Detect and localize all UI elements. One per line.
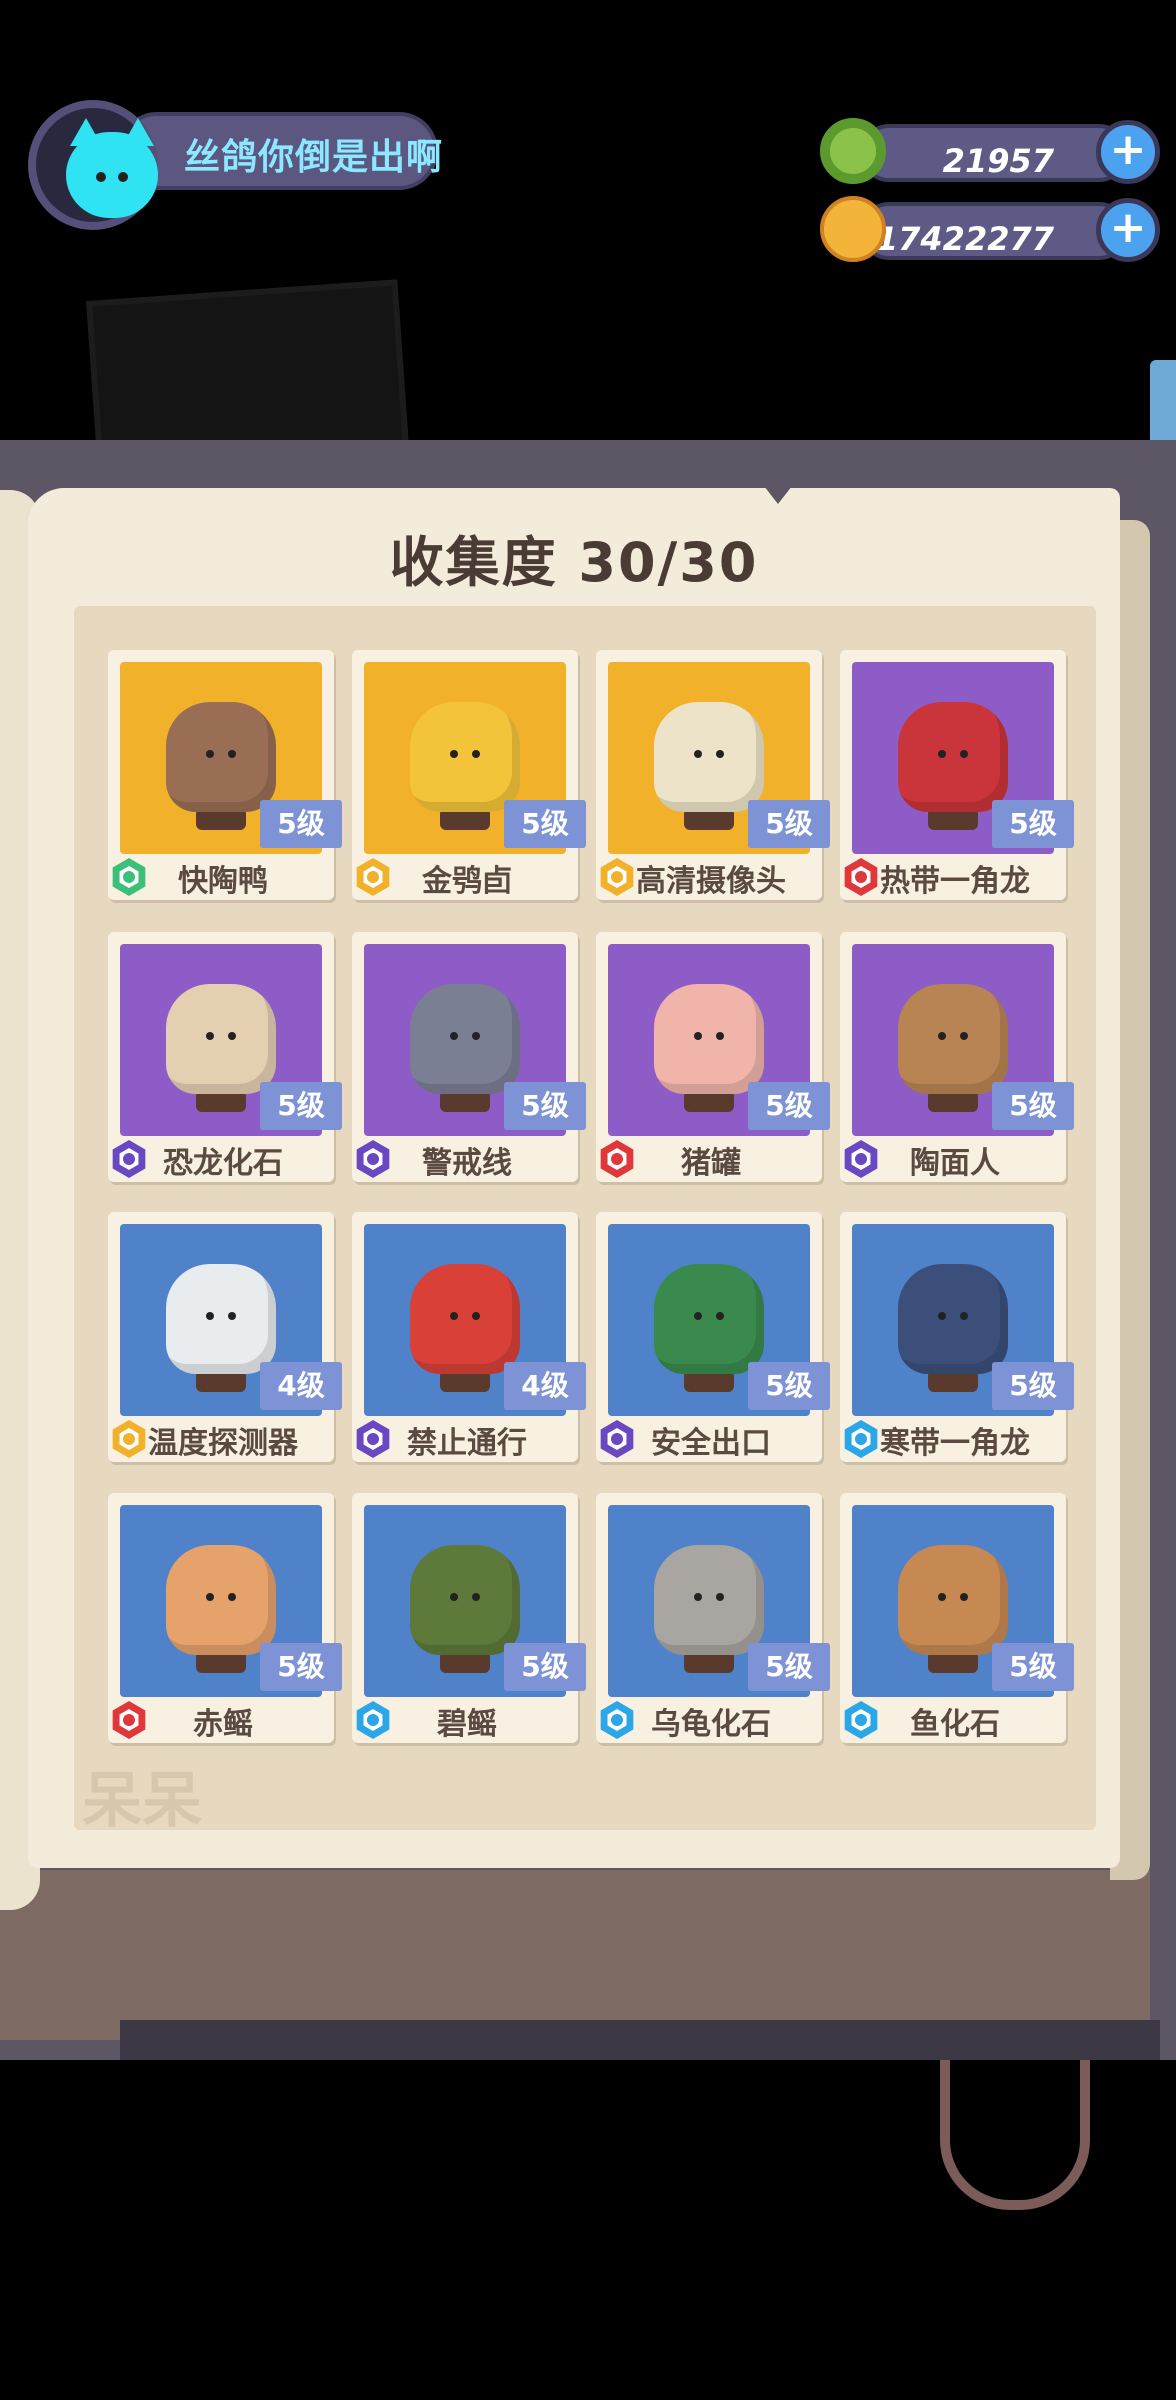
creature-name: 热带一角龙	[880, 864, 1030, 899]
creature-name: 温度探测器	[148, 1426, 298, 1461]
add-green-currency-button[interactable]: +	[1096, 120, 1160, 184]
creature-name: 乌龟化石	[651, 1707, 771, 1742]
player-name-pill: 丝鸽你倒是出啊	[118, 112, 442, 190]
creature-name: 猪罐	[681, 1146, 741, 1181]
book-spine	[120, 2020, 1160, 2060]
collection-card[interactable]: 5级警戒线	[352, 932, 586, 1182]
creature-icon	[654, 984, 764, 1094]
creature-icon	[166, 1264, 276, 1374]
creature-icon	[898, 702, 1008, 812]
level-badge: 4级	[504, 1362, 586, 1410]
player-name: 丝鸽你倒是出啊	[184, 137, 444, 178]
collection-card[interactable]: 5级寒带一角龙	[840, 1212, 1074, 1462]
creature-name: 金鸮卣	[422, 864, 512, 899]
level-badge: 5级	[504, 1643, 586, 1691]
creature-icon	[410, 1264, 520, 1374]
book-cover	[0, 1870, 1150, 2040]
page-title: 收集度 30/30	[389, 531, 759, 594]
collection-card[interactable]: 5级 碧鳐	[352, 1493, 586, 1743]
creature-name: 寒带一角龙	[880, 1426, 1030, 1461]
creature-name: 快陶鸭	[178, 864, 268, 899]
creature-name: 陶面人	[910, 1146, 1000, 1181]
level-badge: 5级	[992, 800, 1074, 848]
currency-green-value: 21957	[942, 142, 1054, 180]
level-badge: 5级	[992, 1082, 1074, 1130]
collection-card[interactable]: 5级 猪罐	[596, 932, 830, 1182]
collection-card[interactable]: 4级禁止通行	[352, 1212, 586, 1462]
collection-card[interactable]: 5级乌龟化石	[596, 1493, 830, 1743]
bookmark-ribbon	[940, 2060, 1090, 2210]
level-badge: 5级	[260, 1643, 342, 1691]
creature-icon	[898, 1264, 1008, 1374]
collection-card[interactable]: 5级金鸮卣	[352, 650, 586, 900]
currency-green: 21957 +	[820, 118, 1160, 184]
creature-name: 恐龙化石	[163, 1146, 283, 1181]
add-gold-currency-button[interactable]: +	[1096, 198, 1160, 262]
creature-icon	[898, 984, 1008, 1094]
level-badge: 4级	[260, 1362, 342, 1410]
collection-card[interactable]: 5级鱼化石	[840, 1493, 1074, 1743]
level-badge: 5级	[748, 1362, 830, 1410]
level-badge: 5级	[992, 1362, 1074, 1410]
level-badge: 5级	[504, 1082, 586, 1130]
collection-card[interactable]: 5级安全出口	[596, 1212, 830, 1462]
creature-icon	[166, 702, 276, 812]
player-profile[interactable]: 丝鸽你倒是出啊	[18, 100, 442, 230]
collection-card[interactable]: 5级热带一角龙	[840, 650, 1074, 900]
level-badge: 5级	[748, 800, 830, 848]
level-badge: 5级	[748, 1082, 830, 1130]
collection-card[interactable]: 4级温度探测器	[108, 1212, 342, 1462]
creature-icon	[166, 984, 276, 1094]
level-badge: 5级	[260, 800, 342, 848]
creature-icon	[654, 1545, 764, 1655]
currency-gold: 117422277 +	[820, 196, 1160, 262]
cat-avatar-icon	[66, 118, 158, 218]
creature-name: 高清摄像头	[636, 864, 786, 899]
creature-icon	[654, 702, 764, 812]
scissors-tab-icon[interactable]	[1150, 360, 1176, 446]
creature-icon	[898, 1545, 1008, 1655]
gold-planet-coin-icon	[820, 196, 886, 262]
creature-name: 碧鳐	[437, 1707, 497, 1742]
creature-name: 赤鳐	[193, 1707, 253, 1742]
collection-card[interactable]: 5级快陶鸭	[108, 650, 342, 900]
level-badge: 5级	[260, 1082, 342, 1130]
creature-icon	[410, 984, 520, 1094]
creature-name: 安全出口	[651, 1426, 771, 1461]
creature-name: 禁止通行	[407, 1426, 527, 1461]
level-badge: 5级	[748, 1643, 830, 1691]
creature-icon	[166, 1545, 276, 1655]
level-badge: 5级	[992, 1643, 1074, 1691]
avatar[interactable]	[28, 100, 158, 230]
collection-card[interactable]: 5级恐龙化石	[108, 932, 342, 1182]
creature-name: 警戒线	[422, 1146, 512, 1181]
collection-card[interactable]: 5级 赤鳐	[108, 1493, 342, 1743]
collection-card[interactable]: 5级高清摄像头	[596, 650, 830, 900]
creature-name: 鱼化石	[910, 1707, 1000, 1742]
green-donut-coin-icon	[820, 118, 886, 184]
collection-card[interactable]: 5级陶面人	[840, 932, 1074, 1182]
creature-icon	[410, 702, 520, 812]
watermark: 呆呆	[82, 1766, 202, 1836]
creature-icon	[410, 1545, 520, 1655]
creature-icon	[654, 1264, 764, 1374]
level-badge: 5级	[504, 800, 586, 848]
